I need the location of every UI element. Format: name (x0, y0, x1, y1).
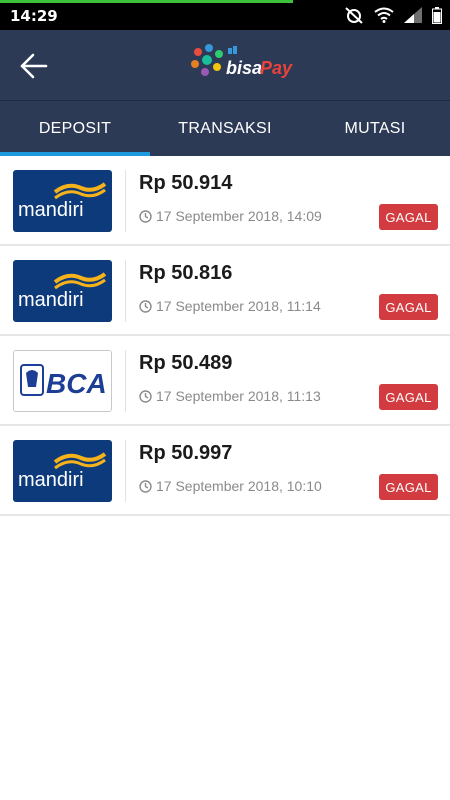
deposit-amount: Rp 50.914 (139, 172, 233, 194)
tab-transaksi[interactable]: TRANSAKSI (150, 101, 300, 156)
wifi-icon (374, 7, 394, 23)
divider (125, 170, 126, 232)
status-bar: 14:29 (0, 0, 450, 30)
deposit-amount: Rp 50.816 (139, 262, 233, 284)
mandiri-logo: mandiri (13, 260, 112, 322)
deposit-date: 17 September 2018, 14:09 (139, 208, 322, 224)
status-badge: GAGAL (379, 204, 438, 230)
list-item[interactable]: mandiri Rp 50.914 17 September 2018, 14:… (0, 156, 450, 246)
tab-deposit[interactable]: DEPOSIT (0, 101, 150, 156)
deposit-date-text: 17 September 2018, 11:14 (156, 298, 321, 314)
status-badge: GAGAL (379, 474, 438, 500)
bca-logo: BCA (13, 350, 112, 412)
mandiri-wordmark: mandiri (18, 199, 84, 221)
page-load-progress (0, 0, 293, 3)
deposit-date: 17 September 2018, 11:13 (139, 388, 321, 404)
tab-mutasi[interactable]: MUTASI (300, 101, 450, 156)
battery-icon (432, 6, 442, 24)
tab-bar: DEPOSIT TRANSAKSI MUTASI (0, 100, 450, 156)
deposit-date: 17 September 2018, 10:10 (139, 478, 322, 494)
app-bar: bisa Pay (0, 30, 450, 100)
logo-text-bisa: bisa (226, 58, 262, 78)
deposit-date: 17 September 2018, 11:14 (139, 298, 321, 314)
divider (125, 350, 126, 412)
bisapay-logo: bisa Pay (190, 42, 300, 86)
arrow-left-icon[interactable] (18, 50, 50, 82)
list-item[interactable]: mandiri Rp 50.816 17 September 2018, 11:… (0, 246, 450, 336)
logo-text-pay: Pay (260, 58, 293, 78)
deposit-list: mandiri Rp 50.914 17 September 2018, 14:… (0, 156, 450, 516)
clock-icon (139, 389, 152, 403)
deposit-amount: Rp 50.489 (139, 352, 233, 374)
deposit-date-text: 17 September 2018, 11:13 (156, 388, 321, 404)
mandiri-wordmark: mandiri (18, 289, 84, 311)
signal-icon (404, 7, 422, 23)
tab-mutasi-label: MUTASI (344, 119, 406, 137)
alarm-off-icon (345, 7, 363, 24)
status-time: 14:29 (10, 7, 58, 25)
mandiri-logo: mandiri (13, 170, 112, 232)
tab-transaksi-label: TRANSAKSI (178, 119, 272, 137)
mandiri-logo: mandiri (13, 440, 112, 502)
deposit-date-text: 17 September 2018, 14:09 (156, 208, 322, 224)
divider (125, 260, 126, 322)
clock-icon (139, 479, 152, 493)
clock-icon (139, 209, 152, 223)
deposit-date-text: 17 September 2018, 10:10 (156, 478, 322, 494)
bca-wordmark: BCA (46, 368, 107, 399)
list-item[interactable]: BCA Rp 50.489 17 September 2018, 11:13 G… (0, 336, 450, 426)
status-icons (344, 6, 442, 24)
list-item[interactable]: mandiri Rp 50.997 17 September 2018, 10:… (0, 426, 450, 516)
status-badge: GAGAL (379, 294, 438, 320)
deposit-amount: Rp 50.997 (139, 442, 233, 464)
clock-icon (139, 299, 152, 313)
status-badge: GAGAL (379, 384, 438, 410)
mandiri-wordmark: mandiri (18, 469, 84, 491)
tab-deposit-label: DEPOSIT (38, 119, 112, 137)
divider (125, 440, 126, 502)
